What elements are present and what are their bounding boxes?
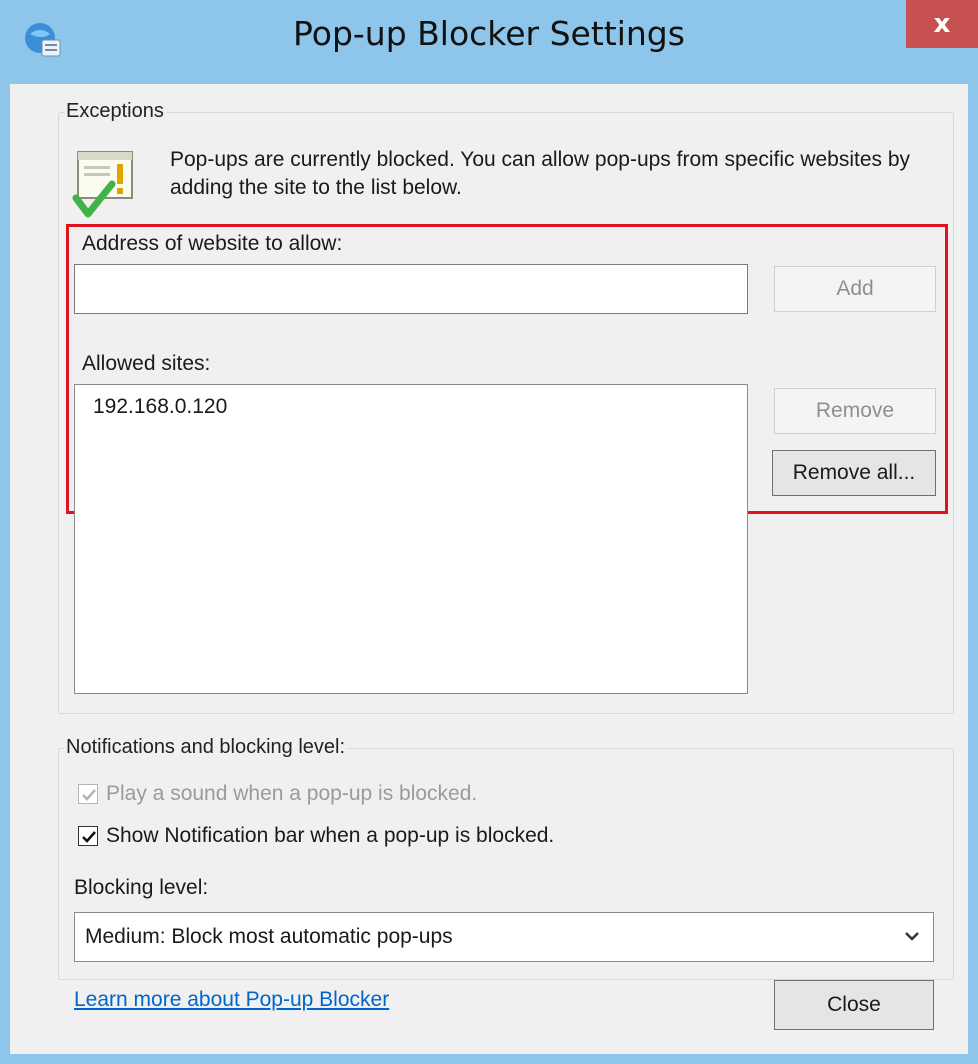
play-sound-label: Play a sound when a pop-up is blocked. — [106, 782, 478, 805]
close-button[interactable]: Close — [774, 980, 934, 1030]
dialog-body: Exceptions Pop-ups are currently blocked… — [10, 84, 968, 1054]
window-title: Pop-up Blocker Settings — [293, 14, 685, 53]
blocking-level-select[interactable]: Medium: Block most automatic pop-ups — [74, 912, 934, 962]
window-close-button[interactable]: x — [906, 0, 978, 48]
close-icon: x — [933, 9, 951, 39]
play-sound-option[interactable]: Play a sound when a pop-up is blocked. — [78, 782, 477, 806]
list-item[interactable]: 192.168.0.120 — [93, 395, 227, 419]
allowed-sites-label: Allowed sites: — [82, 352, 211, 375]
popup-blocker-dialog: Pop-up Blocker Settings x Exceptions Pop… — [0, 0, 978, 1064]
show-notification-bar-option[interactable]: Show Notification bar when a pop-up is b… — [78, 824, 554, 848]
play-sound-checkbox[interactable] — [78, 784, 98, 804]
remove-button[interactable]: Remove — [774, 388, 936, 434]
blocking-level-label: Blocking level: — [74, 876, 209, 899]
show-notification-bar-checkbox[interactable] — [78, 826, 98, 846]
address-input[interactable] — [74, 264, 748, 314]
popup-blocked-icon — [72, 148, 144, 220]
learn-more-link[interactable]: Learn more about Pop-up Blocker — [74, 988, 389, 1012]
checkmark-icon — [82, 789, 96, 801]
checkmark-icon — [82, 831, 96, 843]
add-button[interactable]: Add — [774, 266, 936, 312]
allowed-sites-list[interactable]: 192.168.0.120 — [74, 384, 748, 694]
blocking-level-value: Medium: Block most automatic pop-ups — [85, 925, 453, 948]
exceptions-group-label: Exceptions — [64, 100, 166, 123]
address-label: Address of website to allow: — [82, 232, 343, 255]
exceptions-info-text: Pop-ups are currently blocked. You can a… — [170, 148, 911, 199]
remove-all-button[interactable]: Remove all... — [772, 450, 936, 496]
show-notification-bar-label: Show Notification bar when a pop-up is b… — [106, 824, 555, 847]
notifications-group-label: Notifications and blocking level: — [64, 736, 348, 759]
title-bar[interactable]: Pop-up Blocker Settings x — [0, 0, 978, 84]
chevron-down-icon — [901, 925, 923, 953]
